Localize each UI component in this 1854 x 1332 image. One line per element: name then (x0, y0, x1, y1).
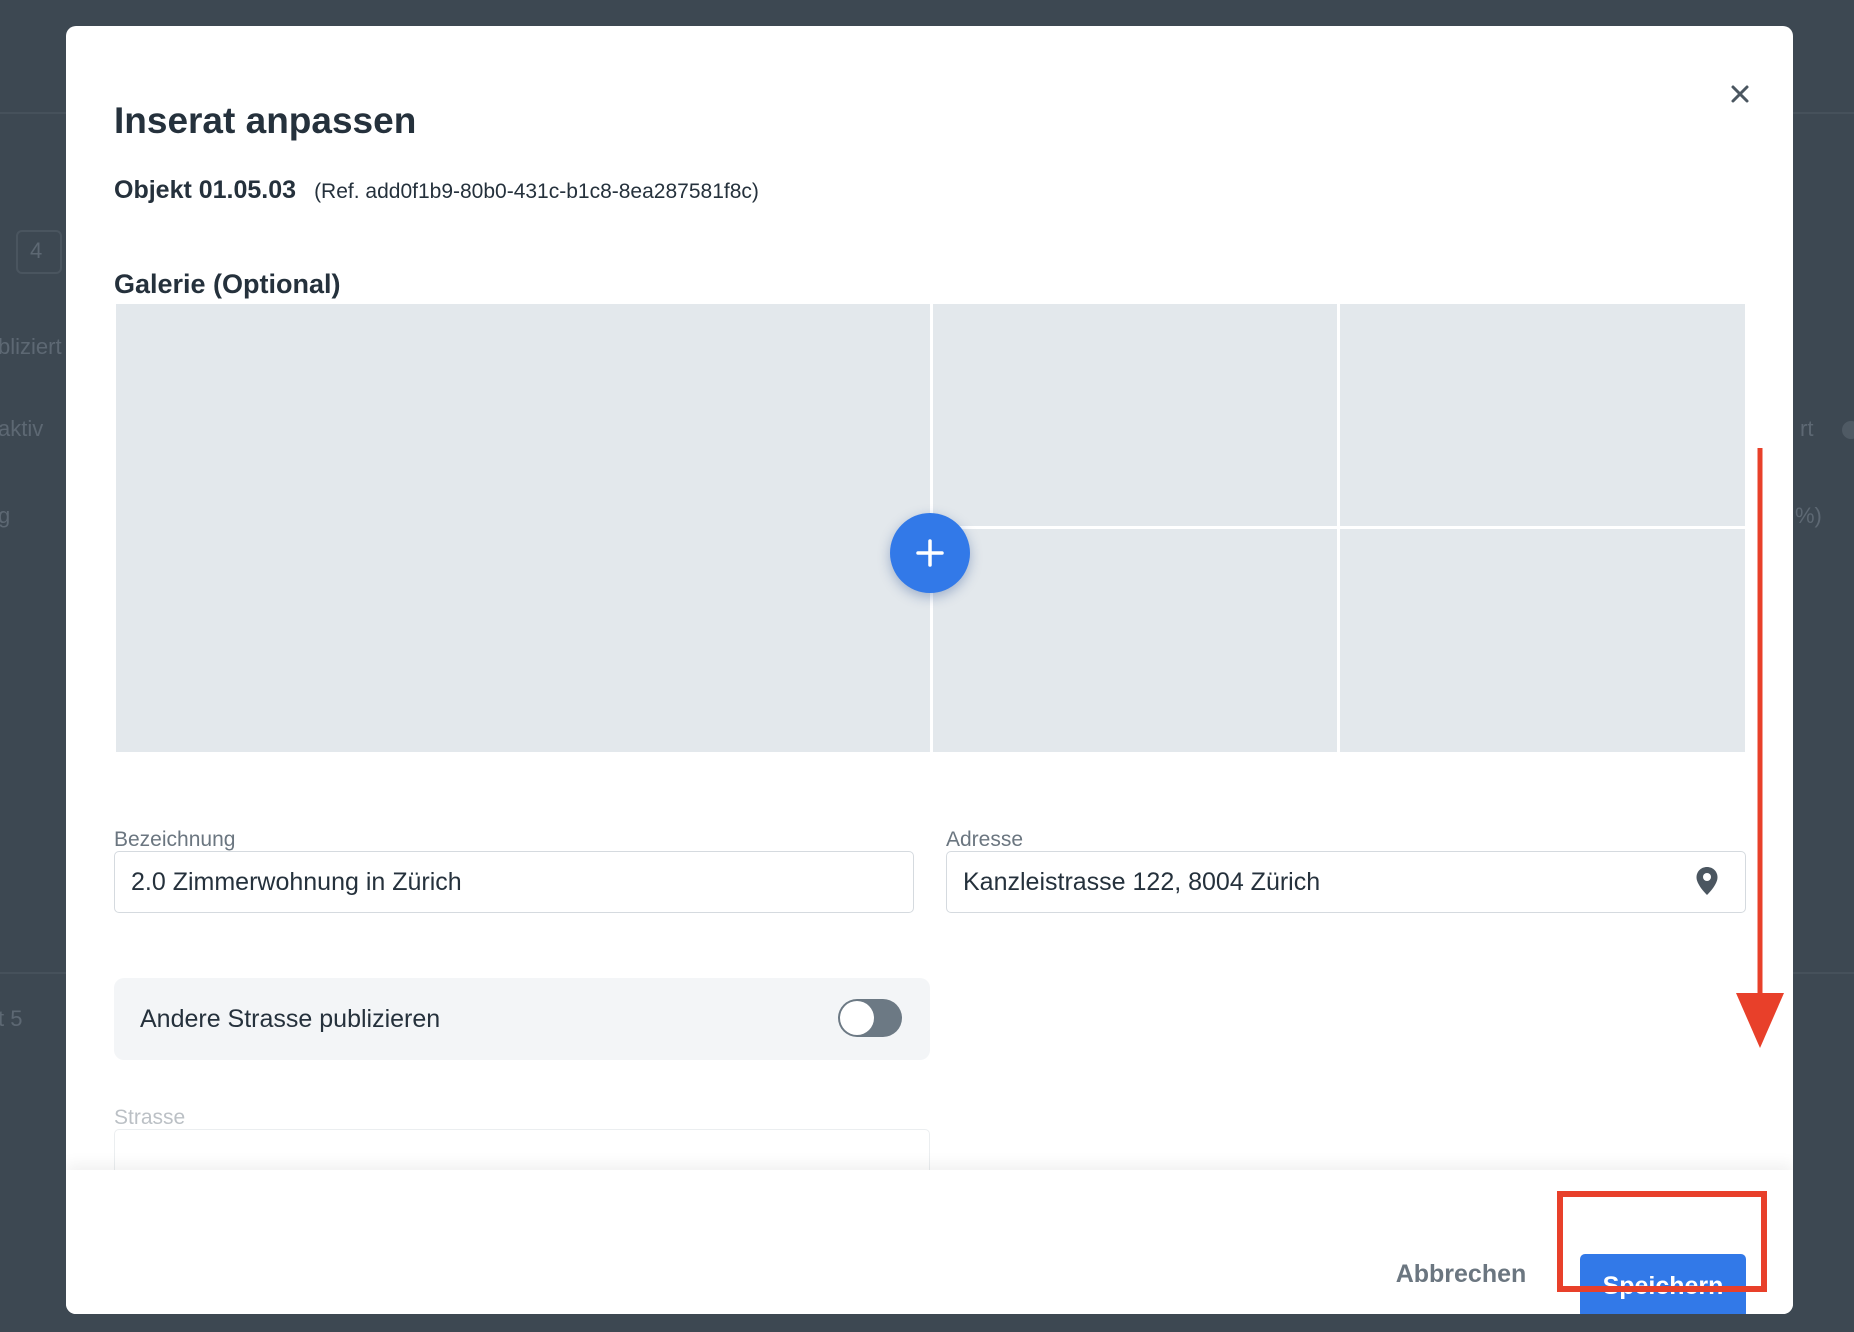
publish-other-street-row: Andere Strasse publizieren (114, 978, 930, 1060)
publish-other-street-toggle[interactable] (838, 999, 902, 1037)
backdrop-text: rt (1800, 416, 1814, 441)
backdrop-text: 4 (30, 238, 43, 263)
backdrop-text: t 5 (0, 1006, 23, 1031)
plus-icon (916, 539, 944, 567)
object-name: Objekt 01.05.03 (114, 176, 297, 204)
gallery-slot[interactable] (1340, 304, 1745, 526)
edit-listing-modal: Inserat anpassen Objekt 01.05.03 (Ref. a… (66, 26, 1793, 1314)
backdrop-text: bliziert (0, 334, 62, 359)
address-input[interactable] (946, 851, 1746, 913)
address-label: Adresse (946, 828, 1024, 851)
modal-title: Inserat anpassen (114, 100, 417, 141)
object-reference: (Ref. add0f1b9-80b0-431c-b1c8-8ea287581f… (314, 180, 759, 203)
photo-gallery (116, 304, 1745, 752)
backdrop-dot (1842, 421, 1854, 439)
gallery-main-slot[interactable] (116, 304, 930, 752)
designation-input[interactable] (114, 851, 914, 913)
add-photo-button[interactable] (890, 513, 970, 593)
modal-footer: Abbrechen Speichern (66, 1170, 1793, 1314)
gallery-slot[interactable] (933, 529, 1337, 752)
gallery-title: Galerie (Optional) (114, 269, 341, 299)
designation-label: Bezeichnung (114, 828, 236, 851)
publish-other-street-label: Andere Strasse publizieren (140, 1005, 441, 1033)
backdrop-text: g (0, 503, 11, 528)
location-pin-icon[interactable] (1695, 866, 1719, 896)
backdrop-text: aktiv (0, 416, 44, 441)
object-info: Objekt 01.05.03 (Ref. add0f1b9-80b0-431c… (114, 176, 759, 212)
cancel-button[interactable]: Abbrechen (1391, 1252, 1531, 1296)
gallery-slot[interactable] (933, 304, 1337, 526)
close-icon (1731, 85, 1749, 103)
toggle-knob (840, 1001, 874, 1035)
close-button[interactable] (1716, 70, 1764, 118)
gallery-slot[interactable] (1340, 529, 1745, 752)
backdrop-text: %) (1795, 503, 1822, 528)
street-label: Strasse (114, 1106, 186, 1129)
save-button[interactable]: Speichern (1580, 1254, 1746, 1314)
